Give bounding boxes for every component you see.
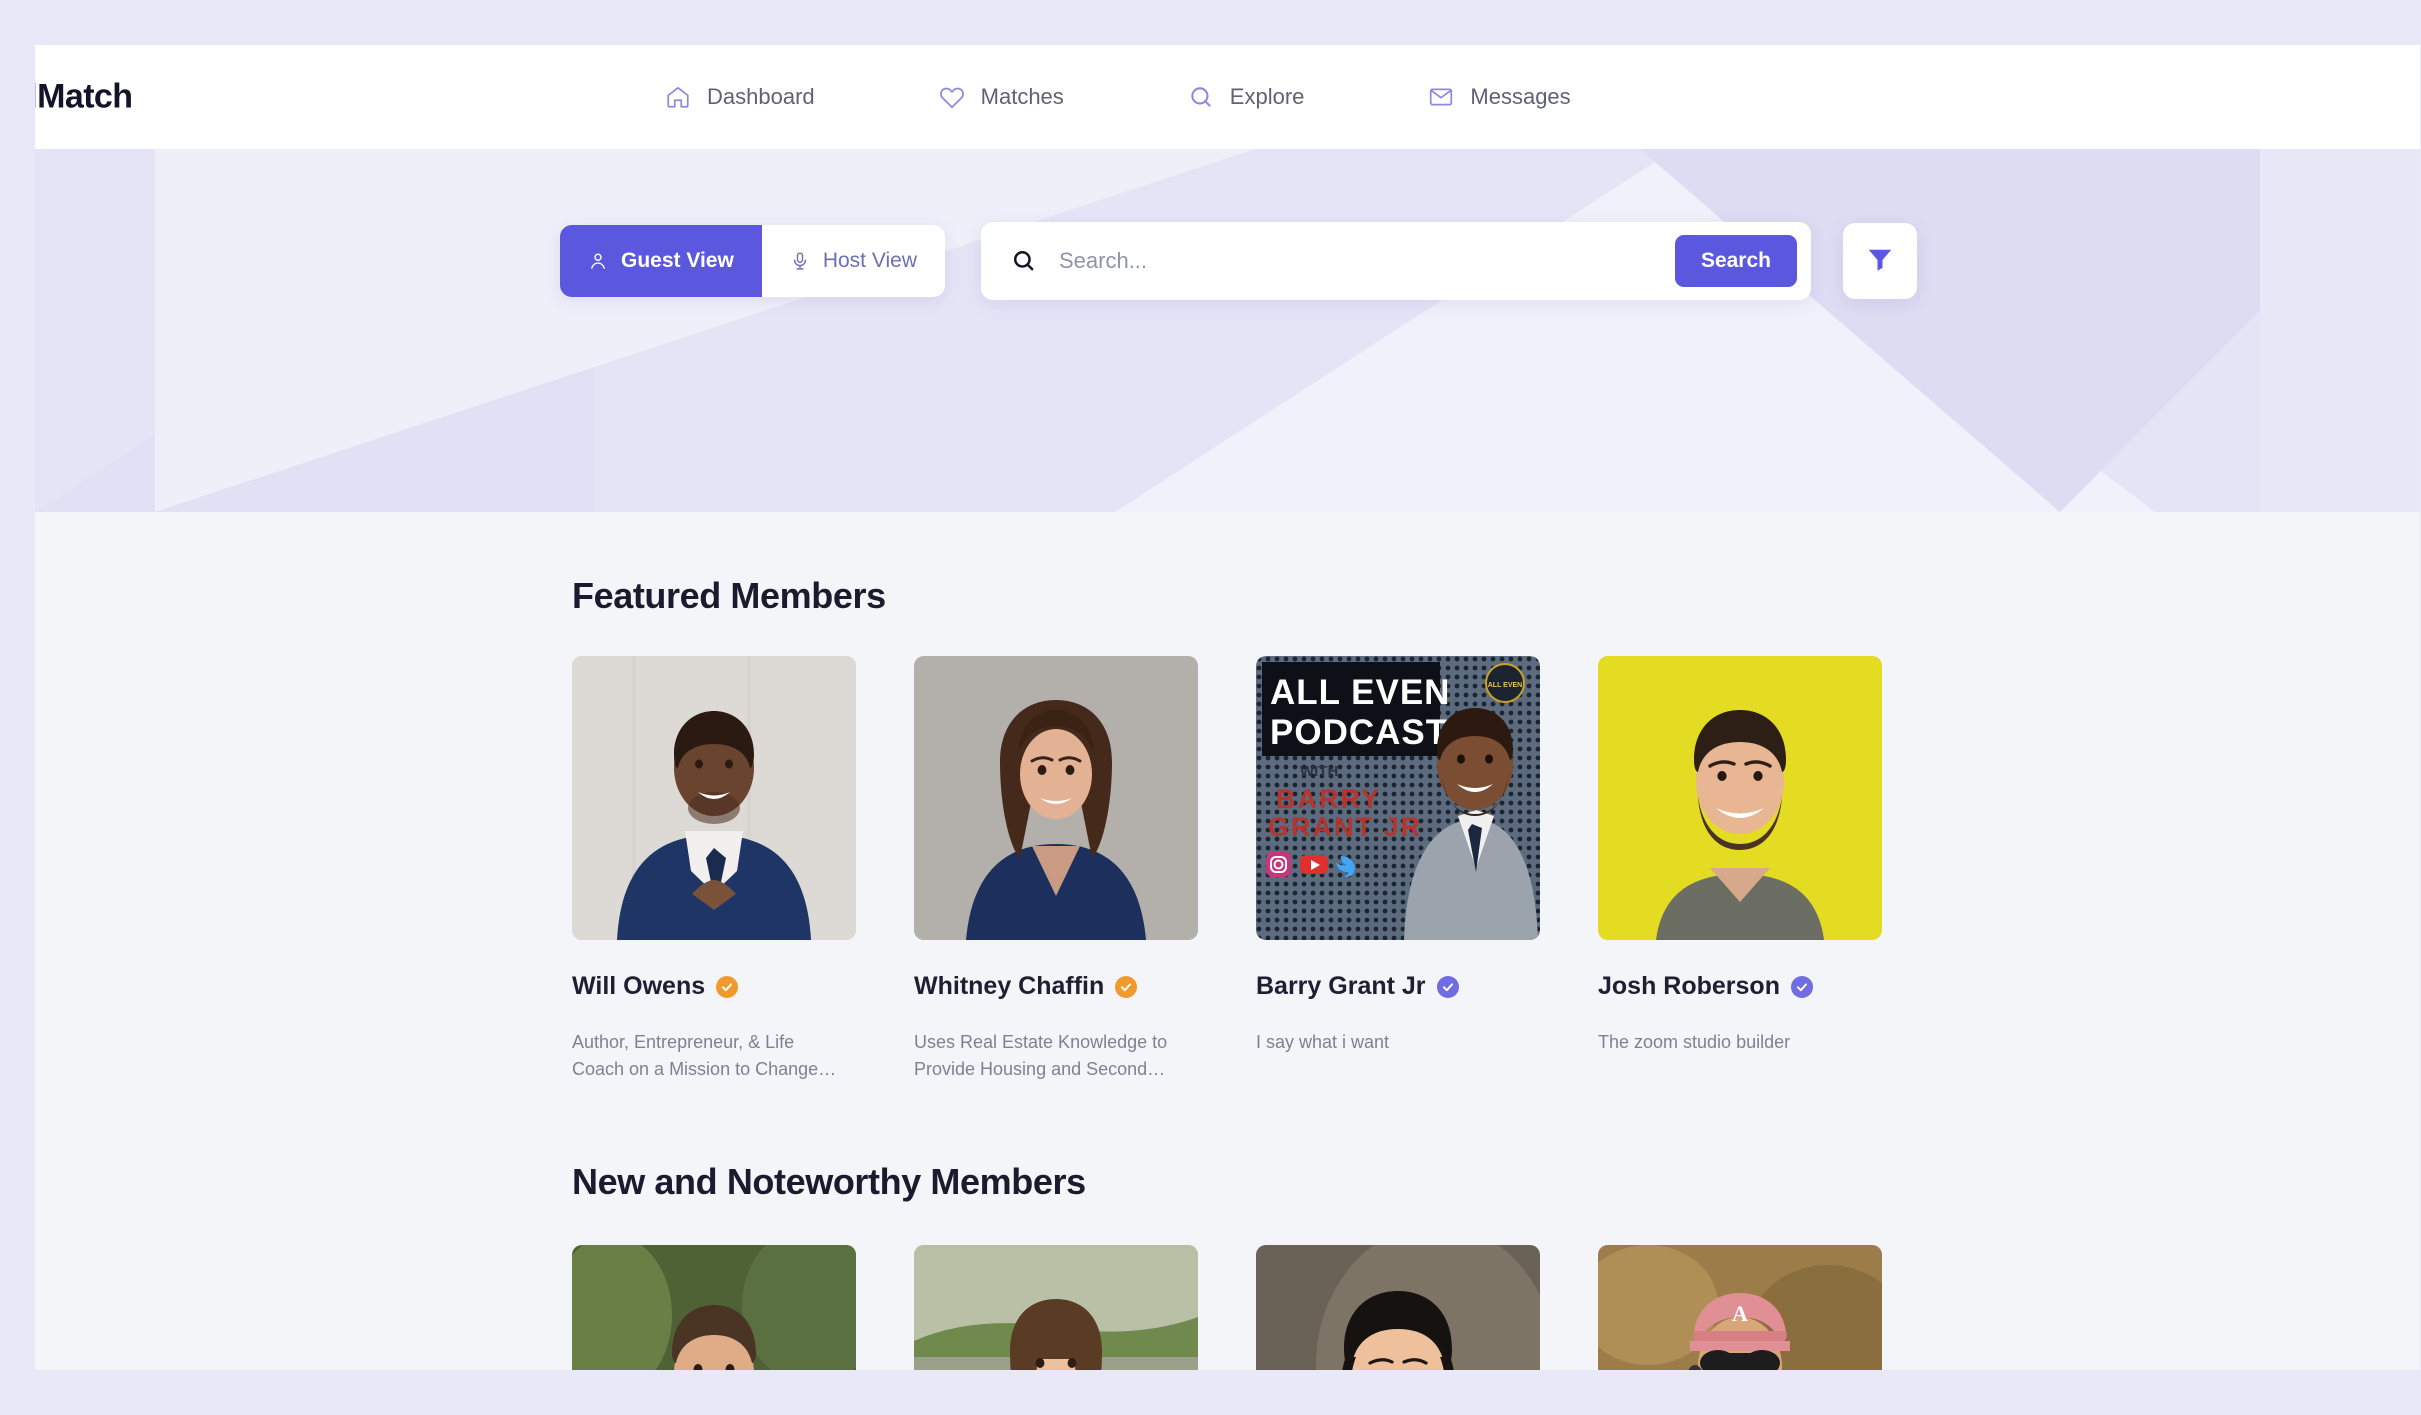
host-view-button[interactable]: Host View <box>761 225 945 297</box>
svg-text:GRANT JR: GRANT JR <box>1268 812 1422 842</box>
brand-logo[interactable]: dMatch <box>35 77 133 117</box>
host-view-label: Host View <box>822 249 917 272</box>
member-photo <box>914 656 1198 940</box>
hero-decoration-shape-5 <box>2260 149 2420 512</box>
nav-item-dashboard[interactable]: Dashboard <box>665 84 815 110</box>
svg-text:ALL EVEN: ALL EVEN <box>1270 673 1450 712</box>
nav-item-explore[interactable]: Explore <box>1188 84 1305 110</box>
section-title-noteworthy: New and Noteworthy Members <box>572 1161 1086 1202</box>
svg-text:PODCAST: PODCAST <box>1270 713 1448 752</box>
guest-view-label: Guest View <box>621 249 734 272</box>
svg-text:ALL EVEN: ALL EVEN <box>1488 682 1523 689</box>
featured-members-grid: Will Owens Author, Entrepreneur, & Life … <box>572 656 2420 1083</box>
member-card[interactable]: Whitney Chaffin Uses Real Estate Knowled… <box>914 656 1198 1083</box>
member-name-row: Whitney Chaffin <box>914 972 1198 1001</box>
svg-text:A: A <box>1732 1301 1748 1326</box>
guest-view-button[interactable]: Guest View <box>560 225 762 297</box>
nav-label-dashboard: Dashboard <box>707 84 815 109</box>
member-name-row: Josh Roberson <box>1598 972 1882 1001</box>
member-card[interactable]: Josh Roberson The zoom studio builder <box>1598 656 1882 1083</box>
member-bio: I say what i want <box>1256 1032 1390 1052</box>
member-card[interactable] <box>572 1245 856 1370</box>
nav-label-messages: Messages <box>1470 84 1571 109</box>
svg-text:WITH: WITH <box>1300 763 1338 780</box>
member-photo <box>572 656 856 940</box>
app-page: dMatch Dashboard Matches Explore <box>35 45 2420 1370</box>
heart-icon <box>939 84 965 110</box>
member-bio: Uses Real Estate Knowledge to Provide Ho… <box>914 1032 1168 1079</box>
member-bio: The zoom studio builder <box>1598 1032 1791 1052</box>
member-bio: Author, Entrepreneur, & Life Coach on a … <box>572 1032 837 1079</box>
member-photo <box>914 1245 1198 1370</box>
view-toggle-group: Guest View Host View <box>560 225 945 297</box>
search-icon <box>1188 84 1214 110</box>
verified-badge-icon <box>1115 975 1138 998</box>
member-photo <box>1256 1245 1540 1370</box>
search-toolbar: Guest View Host View Search <box>560 222 1917 300</box>
envelope-icon <box>1428 84 1454 110</box>
main-navigation: Dashboard Matches Explore Messages <box>665 84 1571 110</box>
nav-label-matches: Matches <box>980 84 1064 109</box>
search-button[interactable]: Search <box>1674 235 1797 287</box>
hero-band: Guest View Host View Search <box>35 149 2420 512</box>
search-icon <box>1011 248 1037 274</box>
funnel-icon <box>1865 244 1895 279</box>
person-icon <box>588 251 608 271</box>
hero-decoration-shape-2 <box>155 149 1255 512</box>
member-photo: ALL EVEN PODCAST ALL EVEN WITH BARRY GRA… <box>1256 656 1540 940</box>
member-photo <box>1598 656 1882 940</box>
member-name: Josh Roberson <box>1598 972 1780 1000</box>
filter-button[interactable] <box>1842 223 1917 299</box>
svg-text:BARRY: BARRY <box>1276 784 1381 814</box>
member-name-row: Will Owens <box>572 972 856 1001</box>
member-name: Will Owens <box>572 972 706 1000</box>
member-name: Barry Grant Jr <box>1256 972 1426 1000</box>
member-card[interactable]: Will Owens Author, Entrepreneur, & Life … <box>572 656 856 1083</box>
home-icon <box>665 84 691 110</box>
brand-suffix: Match <box>37 77 133 116</box>
nav-item-matches[interactable]: Matches <box>939 84 1064 110</box>
microphone-icon <box>790 251 810 271</box>
noteworthy-members-grid: A <box>572 1245 2420 1370</box>
member-name: Whitney Chaffin <box>914 972 1105 1000</box>
content-area: Featured Members Will Owens Author, Entr… <box>35 512 2420 1370</box>
member-name-row: Barry Grant Jr <box>1256 972 1540 1001</box>
member-card[interactable]: A <box>1598 1245 1882 1370</box>
nav-label-explore: Explore <box>1229 84 1305 109</box>
member-card[interactable] <box>914 1245 1198 1370</box>
section-title-featured: Featured Members <box>572 575 886 616</box>
member-card[interactable]: ALL EVEN PODCAST ALL EVEN WITH BARRY GRA… <box>1256 656 1540 1083</box>
search-input[interactable] <box>1058 248 1675 274</box>
verified-badge-icon <box>1790 975 1813 998</box>
member-photo <box>572 1245 856 1370</box>
search-box: Search <box>980 222 1811 300</box>
verified-badge-icon <box>1436 975 1459 998</box>
verified-badge-icon <box>716 975 739 998</box>
nav-item-messages[interactable]: Messages <box>1428 84 1571 110</box>
member-card[interactable] <box>1256 1245 1540 1370</box>
app-header: dMatch Dashboard Matches Explore <box>35 45 2420 149</box>
member-photo: A <box>1598 1245 1882 1370</box>
